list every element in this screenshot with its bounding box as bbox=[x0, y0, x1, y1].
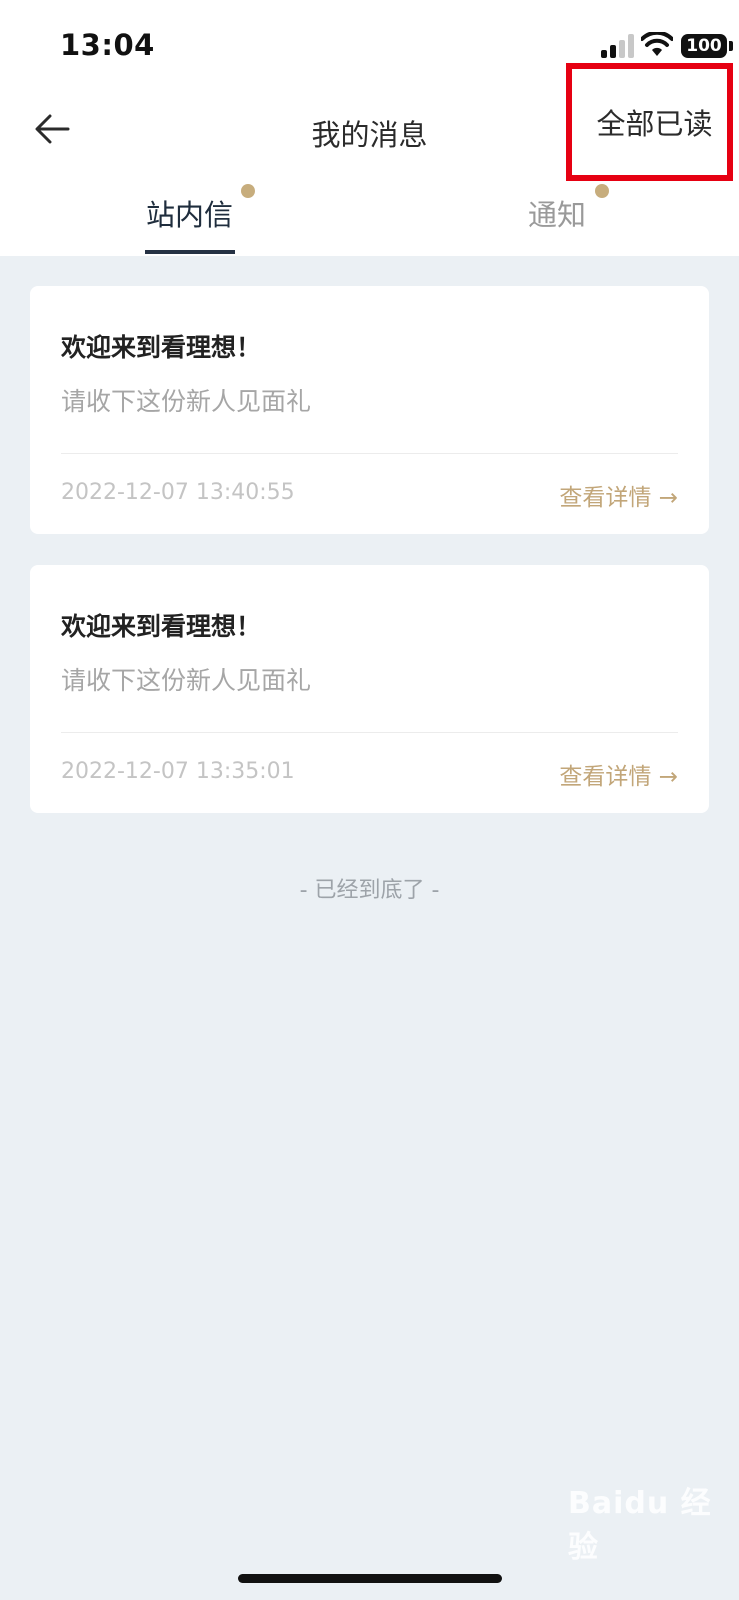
wifi-icon bbox=[641, 32, 673, 56]
tab-inbox[interactable]: 站内信 bbox=[146, 192, 233, 234]
tab-notice-label: 通知 bbox=[528, 198, 587, 232]
tab-active-indicator bbox=[145, 250, 235, 254]
list-end-text: - 已经到底了 - bbox=[299, 878, 440, 903]
message-title: 欢迎来到看理想！ bbox=[61, 333, 262, 362]
signal-icon bbox=[601, 34, 635, 58]
view-details-link[interactable]: 查看详情 → bbox=[559, 757, 678, 791]
message-time: 2022-12-07 13:35:01 bbox=[61, 759, 295, 784]
message-card[interactable]: 欢迎来到看理想！ 请收下这份新人见面礼 2022-12-07 13:40:55 … bbox=[30, 286, 709, 534]
tab-inbox-unread-dot bbox=[241, 184, 255, 198]
home-indicator bbox=[238, 1574, 502, 1583]
tab-notice[interactable]: 通知 bbox=[528, 192, 586, 234]
top-bar: 13:04 100 我的消息 全部已读 站内信 通知 bbox=[0, 0, 739, 256]
message-title: 欢迎来到看理想！ bbox=[61, 612, 262, 641]
battery-tip bbox=[729, 41, 733, 51]
card-divider bbox=[61, 732, 678, 733]
mark-all-read-button[interactable]: 全部已读 bbox=[566, 63, 733, 181]
status-time: 13:04 bbox=[60, 28, 155, 62]
mark-all-read-label: 全部已读 bbox=[596, 107, 713, 141]
battery-icon: 100 bbox=[681, 34, 727, 58]
view-details-link[interactable]: 查看详情 → bbox=[559, 478, 678, 512]
baidu-watermark: Baidu 经验 bbox=[568, 1486, 712, 1565]
message-card[interactable]: 欢迎来到看理想！ 请收下这份新人见面礼 2022-12-07 13:35:01 … bbox=[30, 565, 709, 813]
card-divider bbox=[61, 453, 678, 454]
message-time: 2022-12-07 13:40:55 bbox=[61, 480, 295, 505]
message-subtitle: 请收下这份新人见面礼 bbox=[61, 387, 312, 416]
tab-notice-unread-dot bbox=[595, 184, 609, 198]
tab-inbox-label: 站内信 bbox=[146, 198, 234, 232]
message-subtitle: 请收下这份新人见面礼 bbox=[61, 666, 312, 695]
